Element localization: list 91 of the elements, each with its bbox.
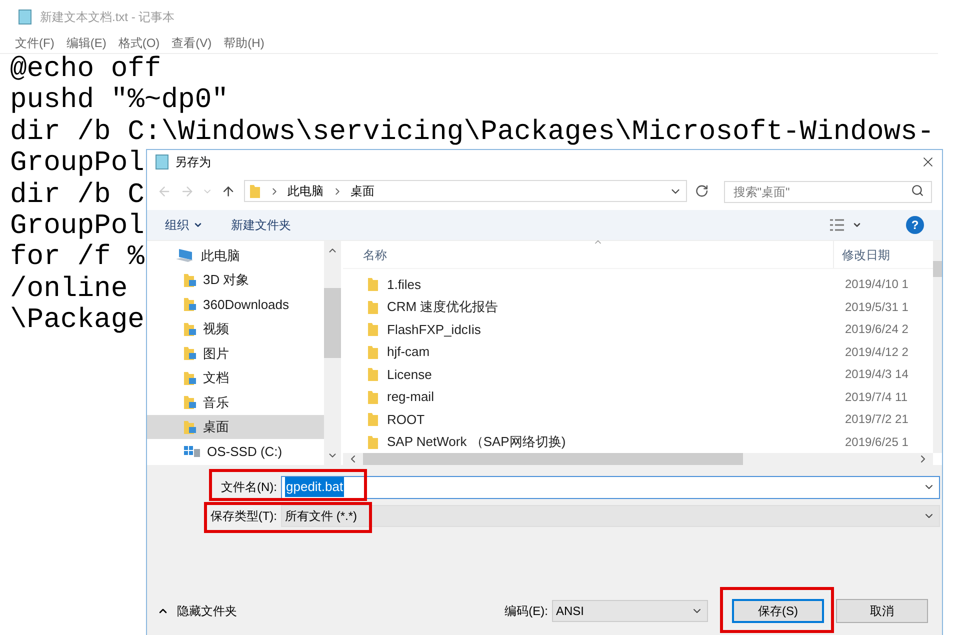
file-name[interactable]: License bbox=[387, 364, 432, 384]
encoding-select[interactable]: ANSI bbox=[552, 600, 708, 622]
nav-item[interactable]: 桌面 bbox=[147, 414, 324, 439]
modified-date: 2019/6/24 2 bbox=[844, 321, 908, 338]
filename-field[interactable]: gpedit.bat bbox=[281, 476, 940, 498]
modified-date: 2019/4/3 14 bbox=[844, 366, 908, 384]
refresh-icon[interactable] bbox=[694, 184, 708, 198]
organize-button[interactable]: 组织 bbox=[165, 216, 203, 234]
file-name[interactable]: reg-mail bbox=[387, 387, 434, 406]
caret-icon bbox=[193, 220, 203, 230]
scroll-thumb[interactable] bbox=[363, 453, 743, 465]
filename-label: 文件名(N): bbox=[220, 479, 278, 496]
folder-icon bbox=[183, 370, 197, 386]
scrollbar[interactable] bbox=[343, 453, 933, 465]
code-line: dir /b C bbox=[10, 180, 144, 212]
file-name[interactable]: ROOT bbox=[387, 410, 425, 429]
modified-date: 2019/7/2 21 bbox=[844, 411, 908, 428]
nav-item[interactable]: 图片 bbox=[147, 341, 324, 366]
up-icon[interactable] bbox=[220, 184, 236, 198]
notepad-icon bbox=[18, 9, 32, 25]
folder-icon bbox=[367, 411, 379, 428]
folder-icon bbox=[367, 366, 379, 382]
folder-icon bbox=[183, 345, 197, 362]
desktop-folder-icon bbox=[248, 183, 261, 199]
search-icon bbox=[910, 184, 924, 197]
code-line: @echo off bbox=[10, 54, 162, 86]
code-line: dir /b C:\Windows\servicing\Packages\Microsoft-Windows- bbox=[10, 116, 934, 148]
save-button[interactable]: 保存(S) bbox=[732, 599, 824, 623]
scrollbar[interactable] bbox=[933, 241, 942, 453]
folder-icon bbox=[183, 418, 197, 435]
menu-item[interactable]: 文件(F) bbox=[15, 34, 54, 53]
modified-date: 2019/4/12 2 bbox=[844, 344, 908, 361]
view-button[interactable] bbox=[830, 219, 862, 231]
code-line: GroupPol bbox=[10, 148, 144, 180]
code-line: GroupPol bbox=[10, 211, 144, 242]
cancel-button[interactable]: 取消 bbox=[836, 599, 928, 623]
scroll-thumb[interactable] bbox=[933, 261, 942, 277]
folder-icon bbox=[367, 388, 379, 405]
address-bar[interactable]: 此电脑 桌面 bbox=[244, 180, 687, 202]
breadcrumb-item[interactable]: 此电脑 bbox=[288, 182, 324, 200]
folder-icon bbox=[367, 434, 379, 450]
column-header[interactable]: 名称 bbox=[343, 246, 833, 264]
folder-icon bbox=[183, 296, 197, 312]
modified-date: 2019/5/31 1 bbox=[844, 298, 908, 316]
file-name[interactable]: hjf-cam bbox=[387, 342, 430, 362]
code-line: for /f % bbox=[10, 242, 144, 274]
nav-item[interactable]: 此电脑 bbox=[147, 243, 324, 268]
code-line: pushd "%~dp0" bbox=[10, 85, 228, 117]
folder-icon bbox=[183, 394, 197, 410]
folder-icon bbox=[367, 321, 379, 338]
nav-item[interactable]: 3D 对象 bbox=[147, 268, 324, 292]
file-name[interactable]: SAP NetWork （SAP网络切换) bbox=[387, 432, 566, 452]
file-name[interactable]: 1.files bbox=[387, 274, 421, 294]
window-title: 新建文本文档.txt - 记事本 bbox=[40, 9, 175, 26]
hide-folders-button[interactable]: 隐藏文件夹 bbox=[157, 602, 237, 620]
filetype-label: 保存类型(T): bbox=[209, 508, 278, 525]
folder-icon bbox=[367, 298, 379, 315]
nav-item[interactable]: 360Downloads bbox=[147, 292, 324, 316]
nav-item[interactable]: 视频 bbox=[147, 316, 324, 341]
drive-icon bbox=[183, 444, 201, 458]
search-field[interactable]: 搜索"桌面" bbox=[724, 181, 932, 203]
dialog-title: 另存为 bbox=[175, 154, 211, 171]
new-folder-button[interactable]: 新建文件夹 bbox=[231, 216, 291, 234]
folder-icon bbox=[183, 272, 197, 288]
breadcrumb-item[interactable]: 桌面 bbox=[350, 182, 375, 200]
code-line: \Package bbox=[10, 305, 144, 337]
modified-date: 2019/6/25 1 bbox=[844, 434, 908, 451]
menu-item[interactable]: 格式(O) bbox=[118, 34, 160, 53]
modified-date: 2019/4/10 1 bbox=[844, 276, 908, 294]
dialog-icon bbox=[155, 154, 169, 170]
menu-item[interactable]: 帮助(H) bbox=[224, 34, 264, 53]
filetype-select[interactable]: 所有文件 (*.*) bbox=[281, 505, 940, 527]
help-button[interactable]: ? bbox=[906, 216, 924, 234]
menu-item[interactable]: 查看(V) bbox=[172, 34, 212, 53]
folder-icon bbox=[367, 276, 379, 292]
scrollbar[interactable] bbox=[324, 241, 341, 465]
menu-item[interactable]: 编辑(E) bbox=[66, 34, 106, 53]
encoding-label: 编码(E): bbox=[504, 603, 548, 620]
nav-item[interactable]: OS-SSD (C:) bbox=[147, 439, 324, 464]
scroll-thumb[interactable] bbox=[324, 288, 341, 358]
nav-item[interactable]: 音乐 bbox=[147, 390, 324, 414]
file-name[interactable]: FlashFXP_idcIis bbox=[387, 320, 481, 339]
nav-item[interactable]: 文档 bbox=[147, 366, 324, 390]
computer-icon bbox=[175, 247, 195, 264]
caret-icon bbox=[852, 220, 862, 230]
folder-icon bbox=[183, 320, 197, 337]
list-view-icon bbox=[830, 219, 844, 231]
modified-date: 2019/7/4 11 bbox=[844, 388, 908, 406]
file-name[interactable]: CRM 速度优化报告 bbox=[387, 297, 498, 316]
code-line: /online bbox=[10, 274, 128, 306]
folder-icon bbox=[367, 344, 379, 360]
